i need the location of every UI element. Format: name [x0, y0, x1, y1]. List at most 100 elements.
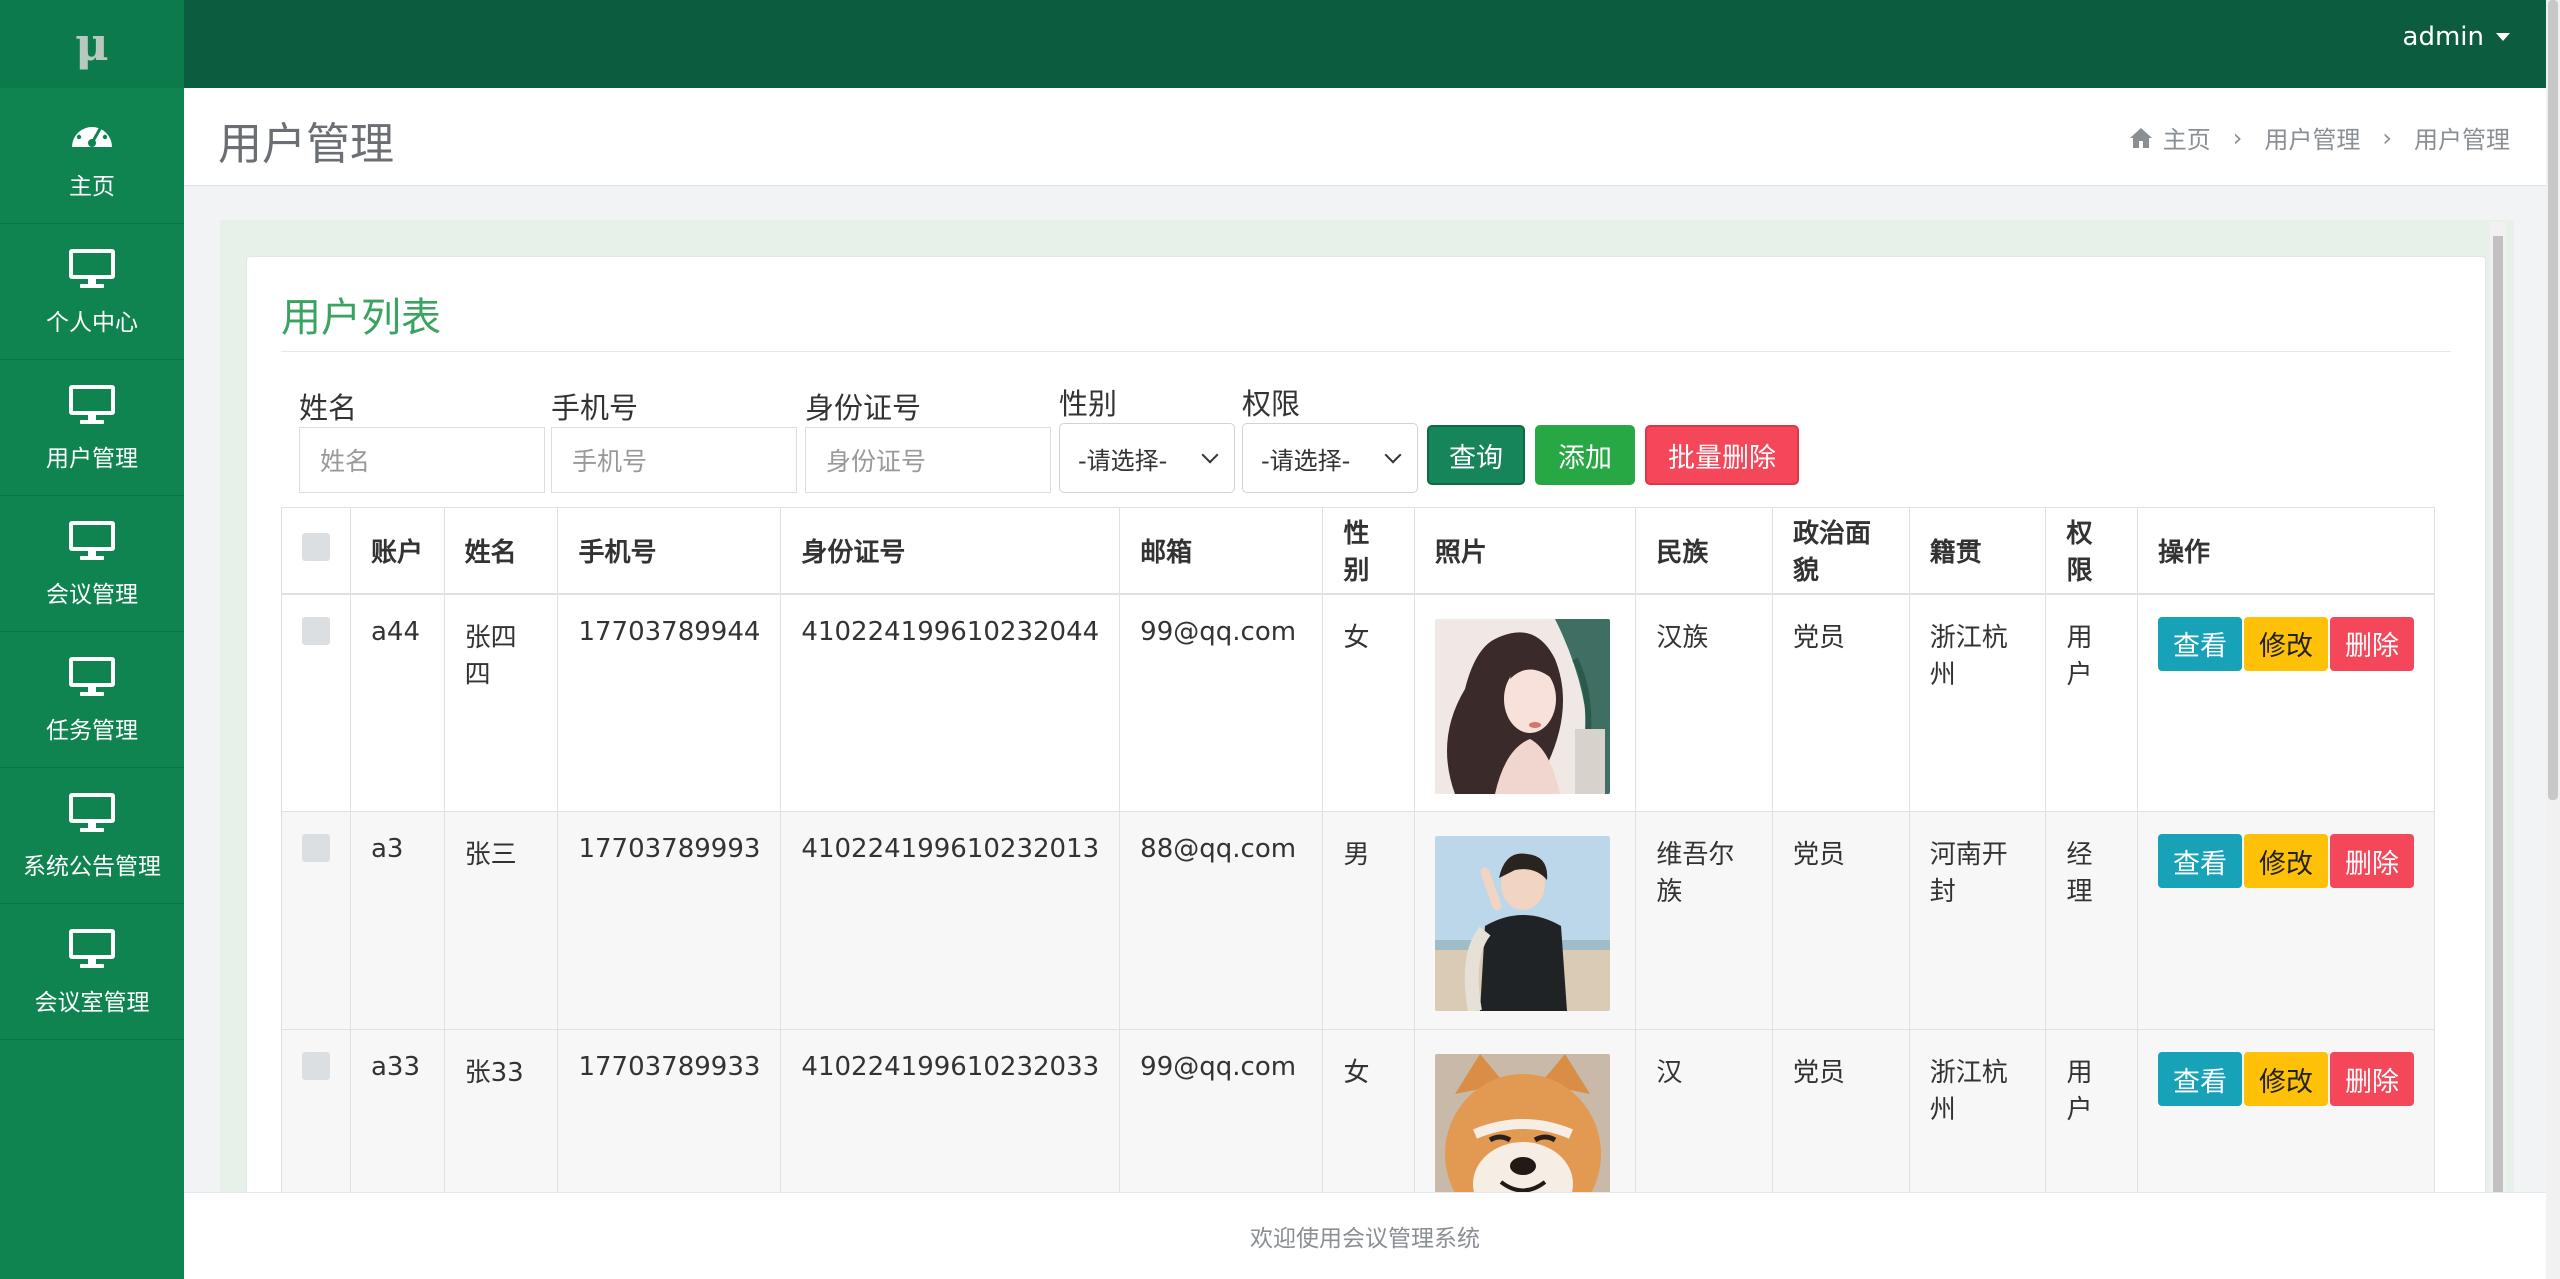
chevron-right-icon: › — [2382, 123, 2392, 152]
monitor-icon — [68, 383, 116, 427]
gender-select[interactable]: -请选择- — [1059, 423, 1235, 493]
column-header: 性别 — [1322, 507, 1415, 595]
cell-role: 经理 — [2045, 811, 2138, 1030]
delete-button[interactable]: 删除 — [2330, 616, 2414, 671]
sidebar-item-label: 主页 — [69, 173, 115, 200]
cell-actions: 查看 修改 删除 — [2137, 593, 2435, 812]
table-row: a3 张三 17703789993 410224199610232013 88@… — [281, 811, 2435, 1030]
row-checkbox[interactable] — [302, 616, 330, 645]
sidebar-item-rooms[interactable]: 会议室管理 — [0, 904, 184, 1040]
user-photo — [1434, 836, 1610, 1011]
edit-button[interactable]: 修改 — [2244, 616, 2328, 671]
cell-phone: 17703789993 — [557, 811, 782, 1030]
home-icon — [2129, 127, 2152, 148]
cell-photo — [1413, 593, 1637, 812]
logo-text: μ — [75, 17, 109, 71]
phone-search-input[interactable]: 手机号 — [551, 427, 797, 493]
sidebar-item-announcements[interactable]: 系统公告管理 — [0, 768, 184, 904]
breadcrumb-current: 用户管理 — [2414, 126, 2510, 154]
scrollbar-thumb[interactable] — [2548, 0, 2558, 800]
cell-native: 浙江杭州 — [1908, 1029, 2047, 1196]
cell-email: 99@qq.com — [1119, 593, 1324, 812]
sidebar-item-label: 会议室管理 — [34, 989, 150, 1016]
chevron-down-icon — [1201, 446, 1219, 464]
cell-phone: 17703789944 — [557, 593, 782, 812]
row-select-cell — [281, 1029, 351, 1196]
scrollbar-thumb[interactable] — [2493, 236, 2503, 1196]
breadcrumb-home[interactable]: 主页 — [2129, 120, 2211, 155]
row-actions: 查看 修改 删除 — [2158, 834, 2414, 888]
sidebar-item-users[interactable]: 用户管理 — [0, 360, 184, 496]
filter-phone-label: 手机号 — [551, 391, 639, 425]
cell-gender: 女 — [1322, 1029, 1415, 1196]
monitor-icon — [68, 791, 116, 835]
name-search-input[interactable]: 姓名 — [299, 427, 545, 493]
cell-name: 张三 — [443, 811, 559, 1030]
row-checkbox[interactable] — [302, 834, 330, 862]
cell-idcard: 410224199610232033 — [780, 1029, 1121, 1196]
row-checkbox[interactable] — [302, 1052, 330, 1080]
view-button[interactable]: 查看 — [2158, 834, 2242, 888]
breadcrumb-item[interactable]: 用户管理 — [2264, 120, 2360, 155]
footer-text: 欢迎使用会议管理系统 — [1250, 1226, 1480, 1252]
breadcrumb-home-label: 主页 — [2162, 126, 2211, 154]
sidebar-item-home[interactable]: 主页 — [0, 88, 184, 224]
chevron-right-icon: › — [2232, 123, 2243, 152]
row-select-cell — [281, 593, 351, 812]
view-button[interactable]: 查看 — [2158, 1052, 2242, 1106]
user-name: admin — [2402, 22, 2484, 52]
cell-phone: 17703789933 — [557, 1029, 782, 1196]
content-area: 用户列表 姓名 姓名 手机号 手机号 身份证号 身份证号 性别 -请选择- 权限… — [220, 220, 2514, 1196]
content-scrollbar[interactable] — [2490, 222, 2506, 1196]
user-photo — [1434, 618, 1610, 794]
cell-actions: 查看 修改 删除 — [2137, 811, 2435, 1030]
column-header: 籍贯 — [1908, 507, 2047, 595]
page-header: 用户管理 主页 › 用户管理 › 用户管理 — [184, 88, 2546, 186]
sidebar-item-label: 用户管理 — [46, 445, 138, 472]
filter-idcard-label: 身份证号 — [805, 391, 922, 425]
divider — [281, 351, 2451, 352]
cell-ethnicity: 汉族 — [1635, 593, 1774, 812]
cell-account: a33 — [350, 1029, 445, 1196]
query-button[interactable]: 查询 — [1427, 425, 1525, 485]
user-table: 账户 姓名 手机号 身份证号 邮箱 性别 照片 民族 政治面貌 籍贯 权限 操作… — [281, 507, 2435, 1196]
delete-button[interactable]: 删除 — [2330, 1052, 2414, 1106]
sidebar-item-profile[interactable]: 个人中心 — [0, 224, 184, 360]
delete-button[interactable]: 删除 — [2330, 834, 2414, 888]
column-header: 权限 — [2045, 507, 2138, 595]
row-actions: 查看 修改 删除 — [2158, 616, 2414, 671]
cell-native: 浙江杭州 — [1908, 593, 2047, 812]
role-select[interactable]: -请选择- — [1242, 423, 1418, 493]
panel-title: 用户列表 — [281, 295, 441, 341]
column-header: 民族 — [1635, 507, 1774, 595]
filter-gender-label: 性别 — [1059, 387, 1118, 421]
idcard-search-input[interactable]: 身份证号 — [805, 427, 1051, 493]
user-list-panel: 用户列表 姓名 姓名 手机号 手机号 身份证号 身份证号 性别 -请选择- 权限… — [246, 256, 2486, 1196]
monitor-icon — [68, 927, 116, 971]
edit-button[interactable]: 修改 — [2244, 834, 2328, 888]
column-header: 手机号 — [557, 507, 782, 595]
row-select-cell — [281, 811, 351, 1030]
sidebar-item-label: 系统公告管理 — [23, 853, 161, 880]
sidebar-item-meetings[interactable]: 会议管理 — [0, 496, 184, 632]
breadcrumb: 主页 › 用户管理 › 用户管理 — [2129, 120, 2510, 155]
cell-political: 党员 — [1772, 1029, 1910, 1196]
view-button[interactable]: 查看 — [2158, 616, 2242, 671]
brand-logo[interactable]: μ — [0, 0, 184, 88]
table-row: a44 张四四 17703789944 410224199610232044 9… — [281, 593, 2435, 812]
cell-idcard: 410224199610232044 — [780, 593, 1121, 812]
cell-account: a44 — [350, 593, 445, 812]
cell-email: 88@qq.com — [1119, 811, 1324, 1030]
cell-native: 河南开封 — [1908, 811, 2047, 1030]
sidebar-item-tasks[interactable]: 任务管理 — [0, 632, 184, 768]
select-all-checkbox[interactable] — [302, 532, 330, 561]
cell-role: 用户 — [2045, 593, 2138, 812]
cell-role: 用户 — [2045, 1029, 2138, 1196]
cell-ethnicity: 汉 — [1635, 1029, 1774, 1196]
edit-button[interactable]: 修改 — [2244, 1052, 2328, 1106]
filter-name-label: 姓名 — [299, 391, 358, 425]
page-scrollbar[interactable] — [2546, 0, 2560, 1279]
user-menu-dropdown[interactable]: admin — [2403, 22, 2510, 52]
add-button[interactable]: 添加 — [1535, 425, 1635, 485]
batch-delete-button[interactable]: 批量删除 — [1645, 425, 1799, 485]
